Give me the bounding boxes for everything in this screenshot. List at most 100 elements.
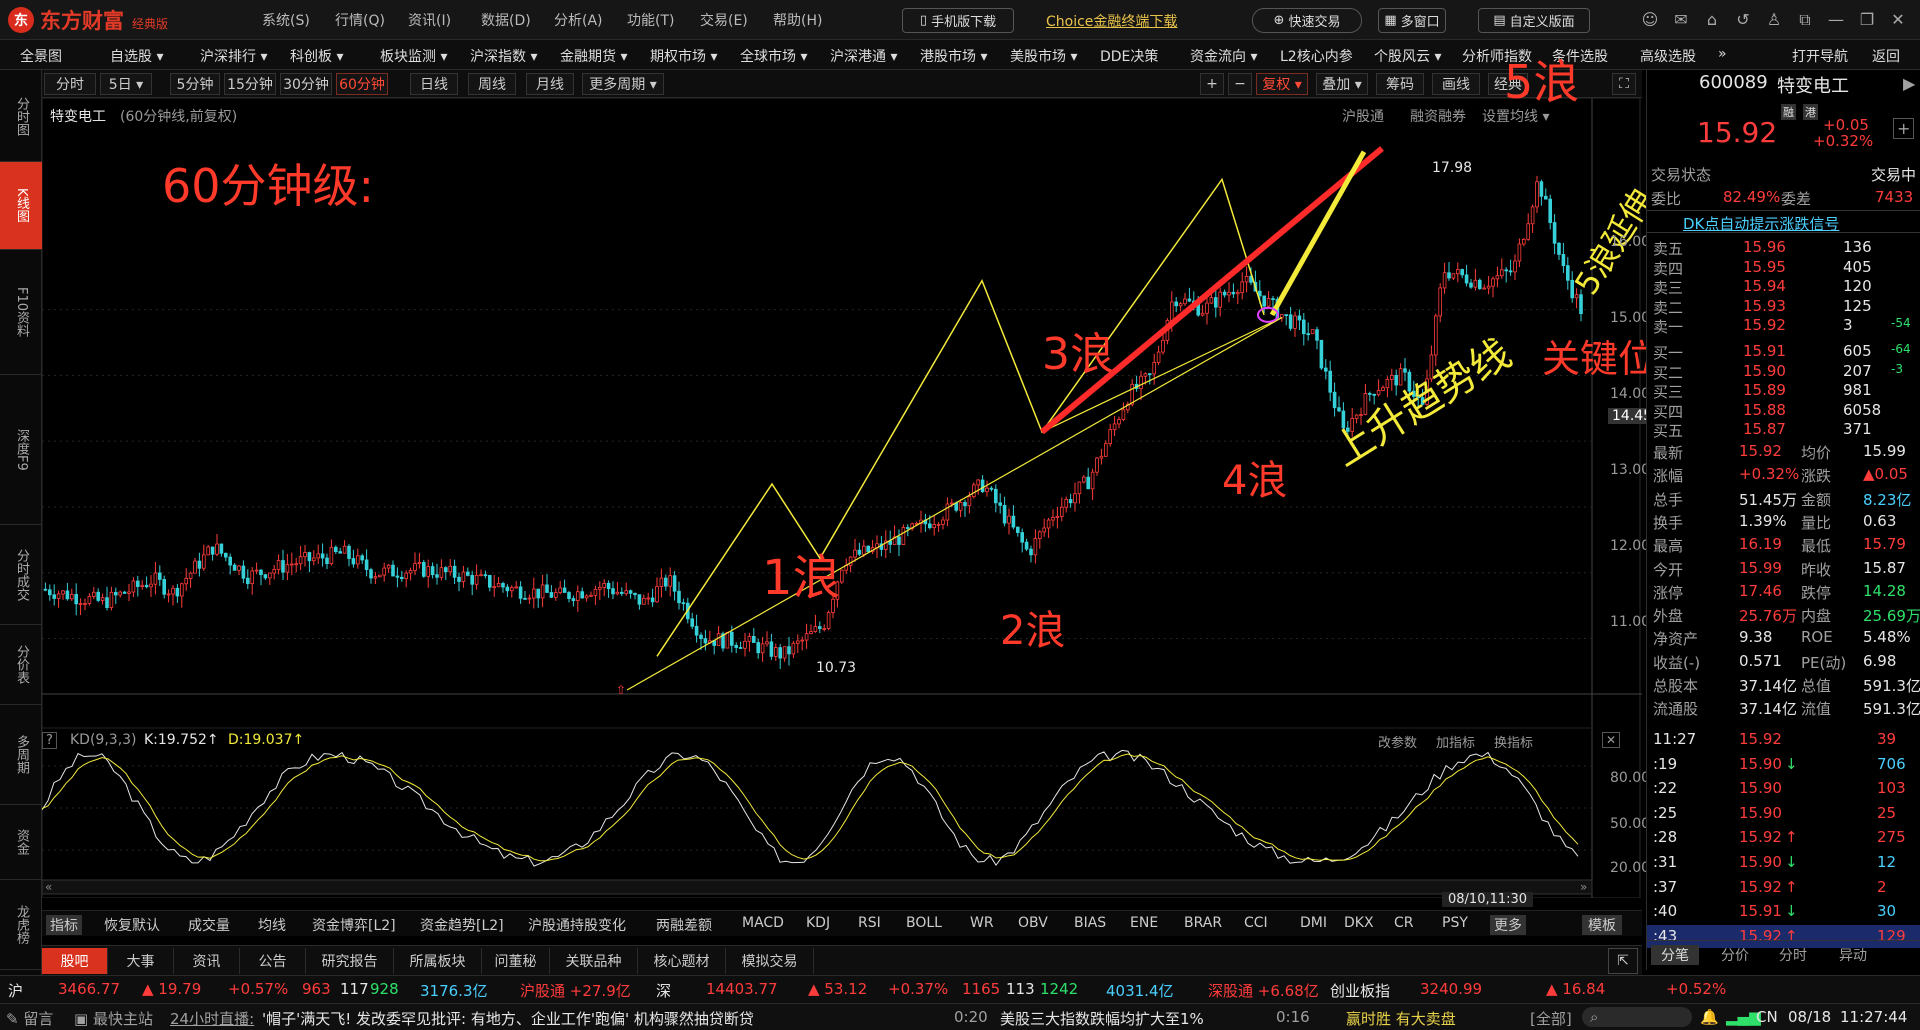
tab-forum[interactable]: 股吧 bbox=[42, 948, 108, 974]
tab-tick[interactable]: 分笔 bbox=[1651, 945, 1699, 965]
tab-kline[interactable]: K线图 bbox=[0, 162, 42, 250]
nav-item[interactable]: 全球市场 ▾ bbox=[740, 46, 807, 66]
tab-research[interactable]: 研究报告 bbox=[306, 948, 394, 974]
tab-minute[interactable]: 分时 bbox=[1779, 945, 1807, 965]
nav-more[interactable]: » bbox=[1718, 46, 1727, 62]
menu-system[interactable]: 系统(S) bbox=[262, 10, 335, 30]
headline-1[interactable]: '帽子'满天飞! 发改委罕见批评: 有地方、企业工作'跑偏' 机构骤然抽贷断贷 bbox=[262, 1008, 942, 1029]
nav-item[interactable]: 板块监测 ▾ bbox=[380, 46, 447, 66]
menu-news[interactable]: 资讯(I) bbox=[408, 10, 481, 30]
ind-more[interactable]: 更多 bbox=[1490, 915, 1526, 935]
tab-news[interactable]: 资讯 bbox=[174, 948, 240, 974]
external-icon[interactable]: ⧉ bbox=[1795, 10, 1815, 30]
tab-price-table[interactable]: 分价表 bbox=[0, 625, 42, 705]
ind-tab[interactable]: CCI bbox=[1244, 915, 1268, 931]
tab-depth[interactable]: 深度F9 bbox=[0, 375, 42, 525]
nav-item[interactable]: 港股市场 ▾ bbox=[920, 46, 987, 66]
nav-item[interactable]: 自选股 ▾ bbox=[110, 46, 163, 66]
tab-events[interactable]: 大事 bbox=[108, 948, 174, 974]
margin-link[interactable]: 融资融券 bbox=[1410, 106, 1466, 126]
live-label[interactable]: 24小时直播: bbox=[170, 1008, 254, 1029]
ind-tab[interactable]: MACD bbox=[742, 915, 784, 931]
period-month[interactable]: 月线 bbox=[526, 73, 574, 95]
back-button[interactable]: 返回 bbox=[1872, 46, 1900, 66]
nav-item[interactable]: 沪深港通 ▾ bbox=[830, 46, 897, 66]
period-5min[interactable]: 5分钟 bbox=[170, 73, 220, 95]
open-nav-button[interactable]: 打开导航 bbox=[1792, 46, 1848, 66]
tab-dragon-tiger[interactable]: 龙虎榜 bbox=[0, 880, 42, 970]
tab-related[interactable]: 关联品种 bbox=[550, 948, 638, 974]
nav-item[interactable]: L2核心内参 bbox=[1280, 46, 1353, 66]
menu-analysis[interactable]: 分析(A) bbox=[554, 10, 627, 30]
ind-tab[interactable]: WR bbox=[970, 915, 994, 931]
zoom-in-button[interactable]: + bbox=[1200, 73, 1224, 95]
all-news-link[interactable]: [全部] bbox=[1530, 1008, 1572, 1029]
nav-item[interactable]: 沪深排行 ▾ bbox=[200, 46, 267, 66]
tab-f10[interactable]: F10资料 bbox=[0, 250, 42, 375]
ind-tab[interactable]: KDJ bbox=[806, 915, 830, 931]
cyb-label[interactable]: 创业板指 bbox=[1330, 980, 1390, 1001]
change-params-link[interactable]: 改参数 bbox=[1378, 732, 1417, 751]
back-icon[interactable]: ↺ bbox=[1733, 10, 1753, 30]
chips-button[interactable]: 筹码 bbox=[1376, 73, 1424, 95]
ind-tab[interactable]: 指标 bbox=[46, 915, 82, 935]
tab-sectors[interactable]: 所属板块 bbox=[394, 948, 482, 974]
ind-tab[interactable]: 成交量 bbox=[188, 915, 230, 935]
tab-core-theme[interactable]: 核心题材 bbox=[638, 948, 726, 974]
multi-window-button[interactable]: ▦ 多窗口 bbox=[1378, 8, 1446, 33]
custom-page-button[interactable]: ▤ 自定义版面 bbox=[1478, 8, 1590, 33]
headline-2[interactable]: 美股三大指数跌幅均扩大至1% bbox=[1000, 1008, 1204, 1029]
kline-chart[interactable]: «» ⇧ 特变电工 (60分钟线,前复权) 沪股通 融资融券 设置均线 ▾ 60分… bbox=[42, 55, 1661, 907]
tab-ask-secretary[interactable]: 问董秘 bbox=[482, 948, 550, 974]
signal-row[interactable]: DK点自动提示涨跌信号 bbox=[1647, 210, 1920, 233]
restore-icon[interactable]: ❐ bbox=[1857, 10, 1877, 30]
nav-item[interactable]: 期权市场 ▾ bbox=[650, 46, 717, 66]
tab-notice[interactable]: 公告 bbox=[240, 948, 306, 974]
ind-tab[interactable]: OBV bbox=[1018, 915, 1048, 931]
signal-link[interactable]: DK点自动提示涨跌信号 bbox=[1683, 213, 1839, 234]
shirt-icon[interactable]: ♙ bbox=[1764, 10, 1784, 30]
period-week[interactable]: 周线 bbox=[468, 73, 516, 95]
ind-tab[interactable]: 恢复默认 bbox=[104, 915, 160, 935]
message-button[interactable]: ✎ 留言 bbox=[6, 1008, 53, 1029]
period-60min[interactable]: 60分钟 bbox=[336, 73, 388, 95]
ind-tab[interactable]: ENE bbox=[1130, 915, 1158, 931]
nav-item[interactable]: 科创板 ▾ bbox=[290, 46, 343, 66]
nav-item[interactable]: 个股风云 ▾ bbox=[1374, 46, 1441, 66]
user-icon[interactable]: ☺ bbox=[1640, 10, 1660, 30]
nav-item[interactable]: 高级选股 bbox=[1640, 46, 1696, 66]
overlay-dropdown[interactable]: 叠加 ▾ bbox=[1316, 73, 1368, 95]
ind-tab[interactable]: BRAR bbox=[1184, 915, 1222, 931]
search-input[interactable] bbox=[1582, 1007, 1692, 1027]
tab-alerts[interactable]: 异动 bbox=[1839, 945, 1867, 965]
tab-trades[interactable]: 分时成交 bbox=[0, 525, 42, 625]
ind-tab[interactable]: 资金趋势[L2] bbox=[420, 915, 504, 935]
help-icon[interactable]: ? bbox=[42, 732, 57, 749]
tab-price-dist[interactable]: 分价 bbox=[1721, 945, 1749, 965]
ind-tab[interactable]: DMI bbox=[1300, 915, 1327, 931]
period-30min[interactable]: 30分钟 bbox=[280, 73, 332, 95]
menu-quote[interactable]: 行情(Q) bbox=[335, 10, 408, 30]
sz-index-label[interactable]: 深 bbox=[656, 980, 671, 1001]
tab-sim-trade[interactable]: 模拟交易 bbox=[726, 948, 814, 974]
ind-tab[interactable]: CR bbox=[1394, 915, 1414, 931]
draw-line-button[interactable]: 画线 bbox=[1432, 73, 1480, 95]
period-15min[interactable]: 15分钟 bbox=[224, 73, 276, 95]
fastest-server-button[interactable]: ▣ 最快主站 bbox=[74, 1008, 153, 1029]
tab-multi-period[interactable]: 多周期 bbox=[0, 705, 42, 805]
quick-trade-button[interactable]: ⊕ 快速交易 bbox=[1252, 8, 1362, 33]
nav-item[interactable]: 金融期货 ▾ bbox=[560, 46, 627, 66]
period-more[interactable]: 更多周期 ▾ bbox=[582, 73, 664, 95]
ind-tab[interactable]: RSI bbox=[858, 915, 881, 931]
ind-tab[interactable]: BIAS bbox=[1074, 915, 1106, 931]
add-watch-icon[interactable]: + bbox=[1893, 118, 1915, 139]
tab-funds[interactable]: 资金 bbox=[0, 805, 42, 880]
mobile-download-button[interactable]: ▯ 手机版下载 bbox=[902, 8, 1014, 33]
mail-icon[interactable]: ✉ bbox=[1671, 10, 1691, 30]
ad-banner[interactable]: 赢时胜 有大卖盘 bbox=[1346, 1008, 1456, 1029]
ind-tab[interactable]: DKX bbox=[1344, 915, 1374, 931]
home-icon[interactable]: ⌂ bbox=[1702, 10, 1722, 30]
close-icon[interactable]: ✕ bbox=[1888, 10, 1908, 30]
add-indicator-link[interactable]: 加指标 bbox=[1436, 732, 1475, 751]
period-5day[interactable]: 5日 ▾ bbox=[100, 73, 152, 95]
